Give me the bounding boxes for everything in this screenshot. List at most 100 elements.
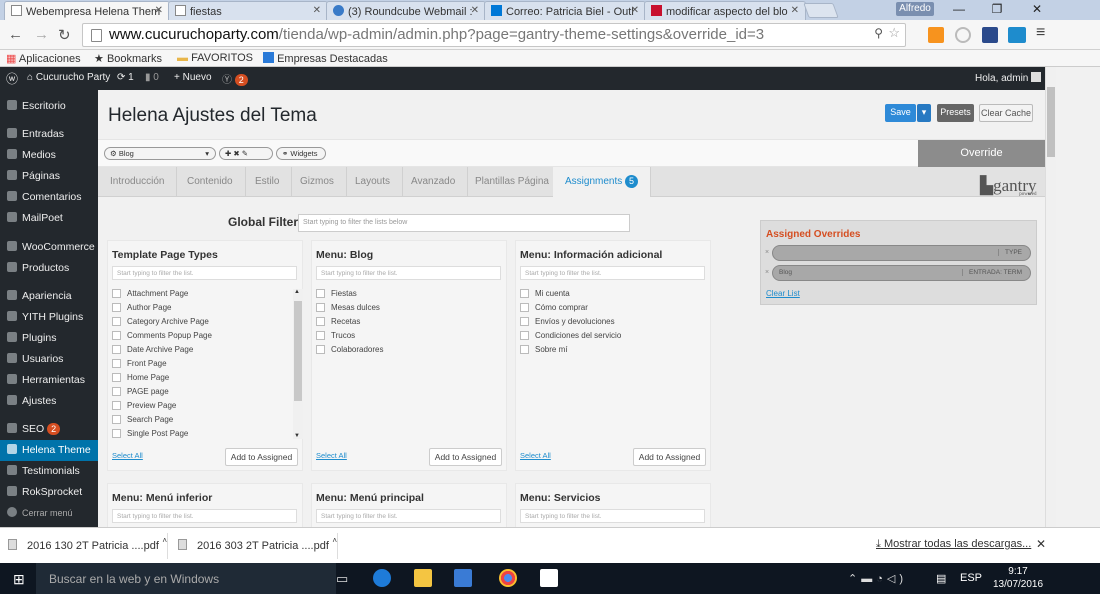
sidebar-item-testimonials[interactable]: Testimonials (0, 461, 98, 482)
checkbox[interactable] (520, 317, 529, 326)
panel-filter-input[interactable]: Start typing to filter the list. (520, 266, 705, 280)
add-to-assigned-button[interactable]: Add to Assigned (225, 448, 298, 466)
list-item[interactable]: Front Page (112, 359, 167, 368)
panel-filter-input[interactable]: Start typing to filter the list. (112, 266, 297, 280)
list-item[interactable]: Sobre mí (520, 345, 567, 354)
extension-db-icon[interactable] (982, 27, 998, 43)
sidebar-item-productos[interactable]: Productos (0, 258, 98, 279)
input-language[interactable]: ESP (960, 572, 982, 584)
restore-icon[interactable]: ❐ (982, 2, 1012, 16)
sidebar-item-plugins[interactable]: Plugins (0, 328, 98, 349)
checkbox[interactable] (316, 345, 325, 354)
tab-avanzado[interactable]: Avanzado (399, 167, 469, 197)
url-input[interactable]: www.cucuruchoparty.com/tienda/wp-admin/a… (82, 23, 906, 47)
close-tab-icon[interactable]: ✕ (155, 5, 163, 16)
override-select[interactable]: ⚙ Blog ▾ (104, 147, 216, 160)
override-actions[interactable]: ✚ ✖ ✎ (219, 147, 273, 160)
sidebar-item-escritorio[interactable]: Escritorio (0, 96, 98, 117)
extension-mail-icon[interactable] (1008, 27, 1026, 43)
select-all-link[interactable]: Select All (316, 451, 347, 460)
list-item[interactable]: Date Archive Page (112, 345, 193, 354)
sidebar-item-comentarios[interactable]: Comentarios (0, 187, 98, 208)
menu-icon[interactable]: ≡ (1036, 24, 1045, 42)
site-name-link[interactable]: ⌂ Cucurucho Party (27, 72, 110, 83)
edge-icon[interactable] (373, 569, 391, 587)
list-item[interactable]: Cómo comprar (520, 303, 588, 312)
add-to-assigned-button[interactable]: Add to Assigned (633, 448, 706, 466)
checkbox[interactable] (520, 331, 529, 340)
save-button[interactable]: Save (885, 104, 916, 122)
checkbox[interactable] (112, 373, 121, 382)
panel-filter-input[interactable]: Start typing to filter the list. (520, 509, 705, 523)
download-item[interactable]: 2016 130 2T Patricia ....pdf ˄ (8, 533, 168, 559)
assigned-override-row[interactable]: Blog ENTRADA: TERM (772, 265, 1031, 281)
sidebar-item-woocommerce[interactable]: WooCommerce (0, 237, 98, 258)
windows-start-icon[interactable]: ⊞ (13, 571, 25, 588)
list-item[interactable]: Trucos (316, 331, 355, 340)
updates-link[interactable]: ⟳ 1 (117, 72, 134, 83)
list-item[interactable]: Comments Popup Page (112, 331, 212, 340)
list-item[interactable]: Home Page (112, 373, 169, 382)
checkbox[interactable] (112, 387, 121, 396)
minimize-icon[interactable]: — (944, 2, 974, 16)
tab-contenido[interactable]: Contenido (175, 167, 246, 197)
close-downloads-icon[interactable]: ✕ (1036, 537, 1046, 551)
tab-layouts[interactable]: Layouts (343, 167, 404, 197)
browser-tab[interactable]: Correo: Patricia Biel - Outl ✕ (484, 1, 646, 20)
save-dropdown-button[interactable]: ▾ (917, 104, 931, 122)
assigned-override-row[interactable]: TYPE (772, 245, 1031, 261)
select-all-link[interactable]: Select All (520, 451, 551, 460)
profile-button[interactable]: Alfredo (896, 2, 934, 16)
tab-assignments[interactable]: Assignments 5 (553, 167, 652, 197)
taskbar-search[interactable]: Buscar en la web y en Windows (36, 563, 336, 594)
extension-hubspot-icon[interactable] (928, 27, 944, 43)
list-scrollbar[interactable]: ▲ ▼ (293, 289, 303, 439)
sidebar-item-yith[interactable]: YITH Plugins (0, 307, 98, 328)
close-tab-icon[interactable]: ✕ (631, 5, 639, 16)
list-item[interactable]: Colaboradores (316, 345, 383, 354)
clear-list-link[interactable]: Clear List (766, 289, 800, 298)
back-icon[interactable]: ← (8, 26, 23, 43)
scroll-thumb[interactable] (294, 301, 302, 401)
tray-icons[interactable]: ⌃▬◔◁) (848, 572, 907, 585)
sidebar-item-mailpoet[interactable]: MailPoet (0, 208, 98, 229)
list-item[interactable]: Fiestas (316, 289, 357, 298)
list-item[interactable]: PAGE page (112, 387, 169, 396)
scroll-up-icon[interactable]: ▲ (294, 289, 300, 295)
chrome-icon[interactable] (499, 569, 517, 587)
wordpress-icon[interactable]: ⓦ (6, 70, 18, 87)
checkbox[interactable] (112, 401, 121, 410)
bookmark-empresas[interactable]: Empresas Destacadas (263, 52, 388, 65)
bookmark-apps[interactable]: ▦ Aplicaciones (6, 52, 81, 65)
browser-tab[interactable]: Webempresa Helena Them ✕ (4, 1, 170, 20)
browser-tab[interactable]: fiestas ✕ (168, 1, 328, 20)
notification-icon[interactable]: ▤ (936, 572, 946, 585)
sidebar-item-usuarios[interactable]: Usuarios (0, 349, 98, 370)
scroll-down-icon[interactable]: ▼ (294, 433, 300, 439)
checkbox[interactable] (112, 429, 121, 438)
list-item[interactable]: Attachment Page (112, 289, 188, 298)
list-item[interactable]: Category Archive Page (112, 317, 209, 326)
sidebar-item-medios[interactable]: Medios (0, 145, 98, 166)
list-item[interactable]: Preview Page (112, 401, 176, 410)
list-item[interactable]: Envíos y devoluciones (520, 317, 615, 326)
close-window-icon[interactable]: ✕ (1022, 2, 1052, 16)
list-item[interactable]: Recetas (316, 317, 360, 326)
bookmark-bookmarks[interactable]: ★ Bookmarks (94, 52, 162, 65)
add-to-assigned-button[interactable]: Add to Assigned (429, 448, 502, 466)
zoom-icon[interactable]: ⚲ (874, 26, 883, 40)
file-explorer-icon[interactable] (414, 569, 432, 587)
list-item[interactable]: Author Page (112, 303, 171, 312)
checkbox[interactable] (520, 303, 529, 312)
tab-plantillas-pagina[interactable]: Plantillas Página (463, 167, 562, 197)
browser-tab[interactable]: (3) Roundcube Webmail : ✕ (326, 1, 486, 20)
star-icon[interactable]: ☆ (888, 25, 900, 41)
select-all-link[interactable]: Select All (112, 451, 143, 460)
checkbox[interactable] (112, 317, 121, 326)
sidebar-item-herramientas[interactable]: Herramientas (0, 370, 98, 391)
list-item[interactable]: Condiciones del servicio (520, 331, 621, 340)
account-link[interactable]: Hola, admin (975, 72, 1042, 84)
widgets-button[interactable]: ⚭ Widgets (276, 147, 326, 160)
new-tab-button[interactable] (803, 3, 839, 18)
extension-gear-icon[interactable] (955, 27, 971, 43)
